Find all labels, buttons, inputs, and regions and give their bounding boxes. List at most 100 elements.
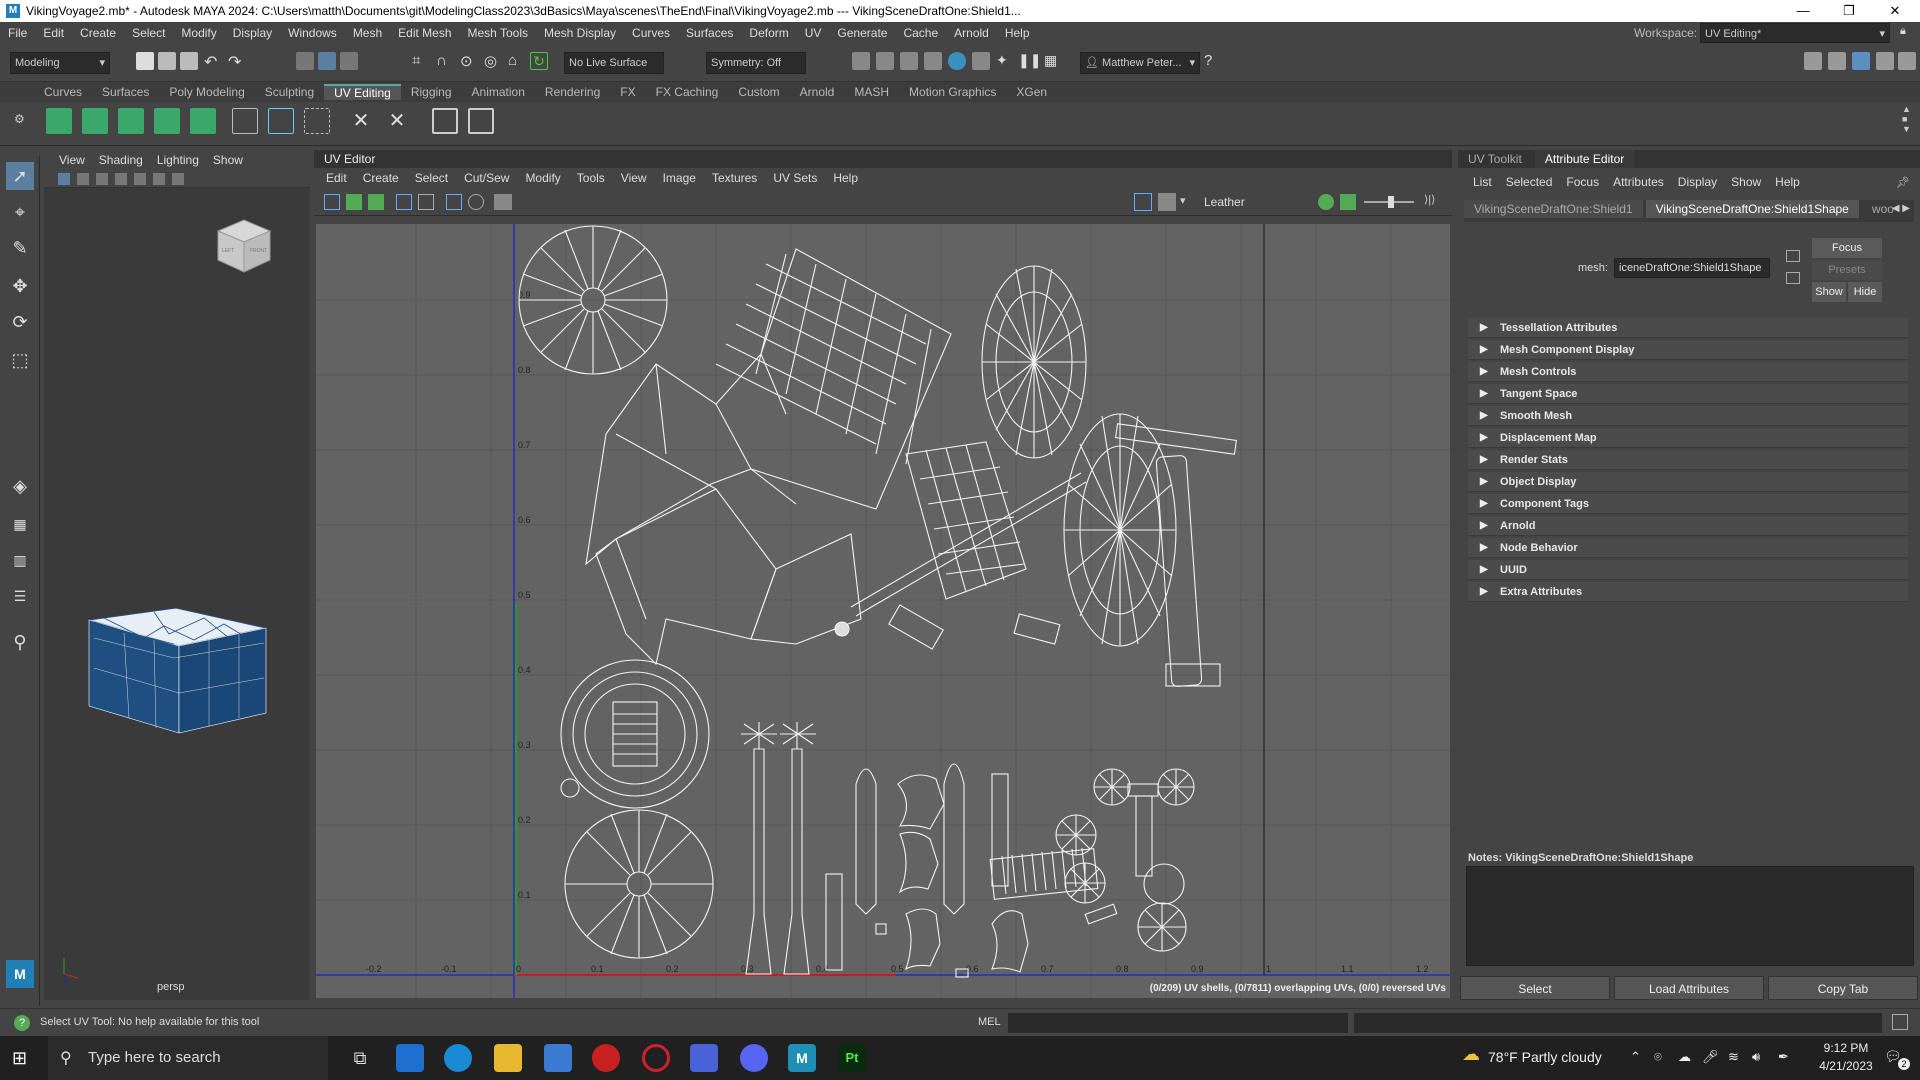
section-uuid[interactable]: ▶ UUID <box>1468 560 1908 580</box>
tray-overflow-icon[interactable]: ⌃ <box>1630 1049 1641 1065</box>
shelf-tab-curves[interactable]: Curves <box>34 85 92 99</box>
move-tool-icon[interactable]: ✥ <box>6 272 34 300</box>
uv-grid-icon[interactable] <box>396 194 412 210</box>
clipchamp-icon[interactable] <box>690 1044 718 1072</box>
menu-select[interactable]: Select <box>124 26 173 40</box>
help-icon[interactable]: ? <box>14 1015 30 1031</box>
render-setup-icon[interactable] <box>972 52 990 70</box>
menu-deform[interactable]: Deform <box>741 26 796 40</box>
ae-menu-focus[interactable]: Focus <box>1559 175 1606 189</box>
windows-start-icon[interactable]: ⊞ <box>12 1048 32 1068</box>
onedrive-icon[interactable]: ☁︎ <box>1678 1049 1691 1065</box>
light-editor-icon[interactable]: ✦ <box>996 52 1014 70</box>
edge-browser-icon[interactable] <box>444 1044 472 1072</box>
uv-shaded-icon[interactable] <box>468 194 484 210</box>
checker-map-icon[interactable] <box>468 108 494 134</box>
select-tool-icon[interactable]: ➚ <box>6 162 34 190</box>
paint-select-tool-icon[interactable]: ✎ <box>6 234 34 262</box>
load-attributes-button[interactable]: Load Attributes <box>1614 976 1764 1000</box>
snap-grid-icon[interactable]: ⌗ <box>412 52 430 70</box>
smooth-shade-icon[interactable] <box>96 173 109 185</box>
make-live-icon[interactable]: ↻ <box>530 52 548 70</box>
uv-checker-icon[interactable] <box>446 194 462 210</box>
shelf-tab-mash[interactable]: MASH <box>844 85 899 99</box>
menu-edit[interactable]: Edit <box>35 26 72 40</box>
two-view-layout-icon[interactable]: ▥ <box>6 546 34 574</box>
shelf-tab-xgen[interactable]: XGen <box>1006 85 1057 99</box>
weather-text[interactable]: 78°F Partly cloudy <box>1488 1049 1602 1065</box>
render-current-icon[interactable] <box>852 52 870 70</box>
save-scene-icon[interactable] <box>180 52 198 70</box>
command-line-input[interactable] <box>1008 1013 1348 1033</box>
snap-surface-icon[interactable]: ⌂ <box>508 52 526 70</box>
textured-icon[interactable] <box>115 173 128 185</box>
display-image-icon[interactable] <box>1134 193 1152 211</box>
symmetry-dropdown[interactable]: Symmetry: Off <box>706 52 806 74</box>
shelf-tab-poly-modeling[interactable]: Poly Modeling <box>159 85 254 99</box>
menu-surfaces[interactable]: Surfaces <box>678 26 741 40</box>
ae-menu-selected[interactable]: Selected <box>1499 175 1560 189</box>
shield-mesh-preview[interactable] <box>88 607 267 734</box>
wireframe-icon[interactable] <box>77 173 90 185</box>
shelf-tab-arnold[interactable]: Arnold <box>790 85 845 99</box>
chevron-down-icon[interactable]: ▾ <box>1180 194 1186 207</box>
mail-app-icon[interactable] <box>396 1044 424 1072</box>
microphone-icon[interactable]: 🎤︎ <box>1702 1049 1719 1065</box>
substance-painter-icon[interactable]: Pt <box>838 1044 866 1072</box>
unfold-uv-icon[interactable]: ✕ <box>348 108 374 134</box>
viewport-menu-view[interactable]: View <box>52 153 92 167</box>
single-perspective-layout-icon[interactable]: ◈ <box>6 472 34 500</box>
uv-menu-tools[interactable]: Tools <box>569 171 613 185</box>
uv-editor-icon[interactable] <box>432 108 458 134</box>
layout-uv-icon[interactable]: ✕ <box>384 108 410 134</box>
menu-cache[interactable]: Cache <box>895 26 946 40</box>
uv-menu-select[interactable]: Select <box>407 171 456 185</box>
shelf-tab-surfaces[interactable]: Surfaces <box>92 85 159 99</box>
shelf-settings-icon[interactable]: ⚙︎ <box>14 112 25 126</box>
menu-windows[interactable]: Windows <box>280 26 345 40</box>
section-displacement-map[interactable]: ▶ Displacement Map <box>1468 428 1908 448</box>
search-icon[interactable]: ⚲ <box>6 628 34 656</box>
shelf-tab-fx-caching[interactable]: FX Caching <box>646 85 729 99</box>
taskbar-search-box[interactable]: ⚲ Type here to search <box>48 1036 328 1080</box>
uv-menu-help[interactable]: Help <box>825 171 866 185</box>
mode-dropdown[interactable]: Modeling ▾ <box>10 52 110 74</box>
wifi-icon[interactable]: ≋ <box>1728 1049 1739 1065</box>
ae-menu-help[interactable]: Help <box>1768 175 1807 189</box>
shelf-scroll-icon[interactable]: ▲ ■ ▼ <box>1902 104 1911 134</box>
menu-help[interactable]: Help <box>997 26 1038 40</box>
uv-move-icon[interactable] <box>368 194 384 210</box>
select-button[interactable]: Select <box>1460 976 1610 1000</box>
cylindrical-map-icon[interactable] <box>82 108 108 134</box>
uv-menu-edit[interactable]: Edit <box>318 171 355 185</box>
render-settings-icon[interactable] <box>900 52 918 70</box>
clock-date[interactable]: 4/21/2023 <box>1814 1059 1878 1073</box>
help-icon[interactable]: ? <box>1204 52 1222 70</box>
scale-tool-icon[interactable]: ⬚ <box>6 346 34 374</box>
ae-menu-list[interactable]: List <box>1466 175 1499 189</box>
shelf-tab-rendering[interactable]: Rendering <box>535 85 610 99</box>
shelf-tab-custom[interactable]: Custom <box>728 85 789 99</box>
user-account-dropdown[interactable]: 👤︎ Matthew Peter... ▾ <box>1080 52 1200 74</box>
uv-select-icon[interactable] <box>324 194 340 210</box>
attribute-editor-toggle-icon[interactable] <box>1852 52 1870 70</box>
tab-attribute-editor[interactable]: Attribute Editor <box>1534 150 1635 168</box>
uv-menu-create[interactable]: Create <box>355 171 407 185</box>
section-render-stats[interactable]: ▶ Render Stats <box>1468 450 1908 470</box>
tab-scroll-icon[interactable]: ◀ ▶ <box>1892 203 1910 214</box>
sew-uv-icon[interactable] <box>268 108 294 134</box>
uv-menu-cut-sew[interactable]: Cut/Sew <box>456 171 517 185</box>
shelf-tab-sculpting[interactable]: Sculpting <box>255 85 324 99</box>
select-object-icon[interactable] <box>318 52 336 70</box>
exposure-slider-handle[interactable] <box>1388 196 1394 208</box>
section-component-tags[interactable]: ▶ Component Tags <box>1468 494 1908 514</box>
render-ipr-icon[interactable] <box>876 52 894 70</box>
uv-menu-uv-sets[interactable]: UV Sets <box>765 171 825 185</box>
menu-mesh-tools[interactable]: Mesh Tools <box>460 26 536 40</box>
uv-snapshot-icon[interactable] <box>494 194 512 210</box>
menu-uv[interactable]: UV <box>797 26 830 40</box>
uv-canvas[interactable]: -0.2 -0.1 0 0.1 0.2 0.3 0.4 0.5 0.6 0.7 … <box>316 224 1450 998</box>
menu-curves[interactable]: Curves <box>624 26 678 40</box>
file-explorer-icon[interactable] <box>494 1044 522 1072</box>
snap-curve-icon[interactable]: ∩ <box>436 52 454 70</box>
